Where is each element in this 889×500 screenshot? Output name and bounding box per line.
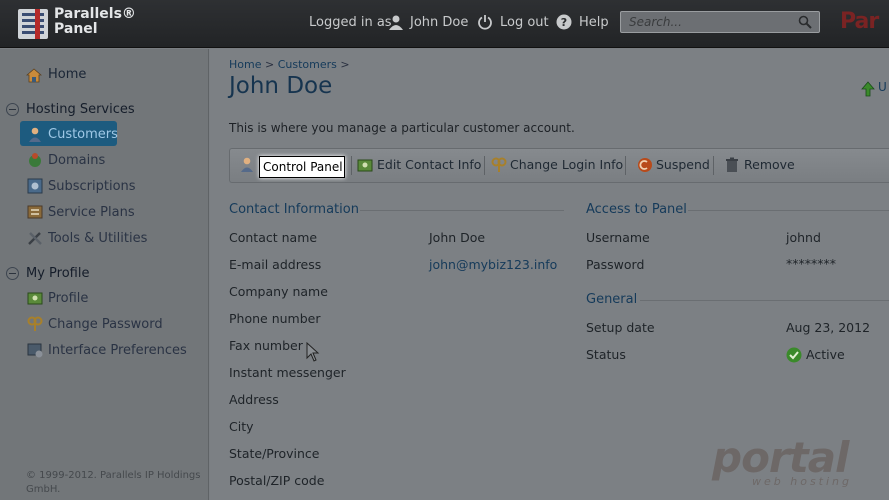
sidebar-item-service-plans[interactable]: Service Plans (48, 205, 135, 220)
collapse-hosting-icon[interactable] (6, 103, 19, 116)
search-icon[interactable] (798, 15, 812, 29)
action-toolbar: Control Panel Edit Contact Info Change L… (229, 148, 889, 183)
section-hosting-services[interactable]: Hosting Services (26, 102, 135, 117)
page-description: This is where you manage a particular cu… (229, 121, 575, 135)
page-title: John Doe (229, 73, 333, 99)
email-address-link[interactable]: john@mybiz123.info (429, 257, 557, 272)
password-label: Password (586, 257, 645, 272)
access-to-panel-heading: Access to Panel (586, 202, 687, 217)
edit-contact-info-button[interactable]: Edit Contact Info (377, 157, 481, 172)
postal-zip-label: Postal/ZIP code (229, 473, 325, 488)
user-icon (389, 15, 403, 30)
customer-icon (241, 157, 253, 172)
edit-contact-icon (357, 159, 373, 172)
remove-button[interactable]: Remove (744, 157, 795, 172)
domains-icon (29, 153, 41, 167)
key-icon (27, 316, 43, 331)
address-label: Address (229, 392, 279, 407)
change-login-icon (491, 157, 507, 172)
watermark-subtitle: web hosting (752, 475, 852, 488)
sidebar-item-interface-preferences[interactable]: Interface Preferences (48, 343, 187, 358)
power-icon[interactable] (477, 14, 493, 30)
contact-information-heading: Contact Information (229, 202, 359, 217)
toolbar-separator (713, 156, 714, 175)
collapse-profile-icon[interactable] (6, 267, 19, 280)
password-value: ******** (786, 256, 836, 271)
search-box (620, 11, 820, 33)
email-address-label: E-mail address (229, 257, 322, 272)
logged-in-label: Logged in as (309, 15, 392, 30)
parallels-logo-icon (18, 9, 48, 39)
sidebar: Home Hosting Services Customers Domains … (0, 49, 209, 500)
contact-name-value: John Doe (429, 230, 486, 245)
contact-name-label: Contact name (229, 230, 318, 245)
preferences-icon (27, 343, 43, 358)
svg-text:?: ? (561, 16, 567, 29)
city-label: City (229, 419, 254, 434)
state-province-label: State/Province (229, 446, 320, 461)
tools-icon (28, 232, 42, 245)
copyright-text: © 1999-2012. Parallels IP Holdings GmbH. (26, 470, 201, 495)
mouse-cursor-icon (306, 342, 320, 362)
toolbar-separator (351, 156, 352, 175)
phone-number-label: Phone number (229, 311, 321, 326)
control-panel-label: Control Panel (263, 160, 343, 174)
change-login-info-button[interactable]: Change Login Info (510, 157, 623, 172)
control-panel-button[interactable]: Control Panel (259, 156, 345, 178)
general-heading: General (586, 292, 638, 307)
subscriptions-icon (27, 178, 43, 194)
sidebar-item-domains[interactable]: Domains (48, 153, 105, 168)
setup-date-label: Setup date (586, 320, 655, 335)
sidebar-item-home[interactable]: Home (48, 67, 86, 82)
section-divider (640, 300, 889, 301)
instant-messenger-label: Instant messenger (229, 365, 346, 380)
setup-date-value: Aug 23, 2012 (786, 320, 871, 335)
section-divider (688, 210, 889, 211)
customer-icon (29, 127, 41, 142)
sidebar-item-change-password[interactable]: Change Password (48, 317, 163, 332)
username-label: Username (586, 230, 650, 245)
profile-icon (27, 292, 43, 305)
logout-link[interactable]: Log out (500, 15, 549, 30)
sidebar-item-profile[interactable]: Profile (48, 291, 88, 306)
help-link[interactable]: Help (579, 15, 609, 30)
toolbar-separator (625, 156, 626, 175)
check-circle-icon (786, 347, 802, 363)
brand-name: Parallels® Panel (54, 6, 136, 37)
search-input[interactable] (621, 12, 796, 32)
section-divider (360, 210, 564, 211)
fax-number-label: Fax number (229, 338, 303, 353)
help-icon[interactable]: ? (556, 14, 572, 30)
toolbar-separator (484, 156, 485, 175)
username-value: johnd (786, 230, 821, 245)
top-bar: Parallels® Panel Logged in as John Doe L… (0, 0, 889, 48)
trash-icon (726, 157, 738, 172)
user-name[interactable]: John Doe (410, 15, 468, 30)
sidebar-item-customers[interactable]: Customers (48, 127, 118, 142)
upgrade-link[interactable]: U (878, 80, 887, 94)
breadcrumb-separator: > (340, 58, 350, 71)
breadcrumb: Home > Customers > (229, 58, 350, 71)
company-name-label: Company name (229, 284, 328, 299)
suspend-icon (638, 158, 652, 172)
breadcrumb-customers[interactable]: Customers (278, 58, 337, 71)
suspend-button[interactable]: Suspend (656, 157, 710, 172)
home-icon (26, 68, 42, 83)
breadcrumb-home[interactable]: Home (229, 58, 261, 71)
breadcrumb-separator: > (264, 58, 275, 71)
service-plans-icon (27, 205, 43, 219)
upgrade-arrow-icon[interactable] (860, 81, 876, 97)
partner-logo: Par (840, 9, 879, 34)
section-my-profile[interactable]: My Profile (26, 266, 89, 281)
sidebar-item-subscriptions[interactable]: Subscriptions (48, 179, 136, 194)
status-label: Status (586, 347, 626, 362)
sidebar-item-tools-utilities[interactable]: Tools & Utilities (48, 231, 147, 246)
status-value: Active (806, 347, 845, 362)
